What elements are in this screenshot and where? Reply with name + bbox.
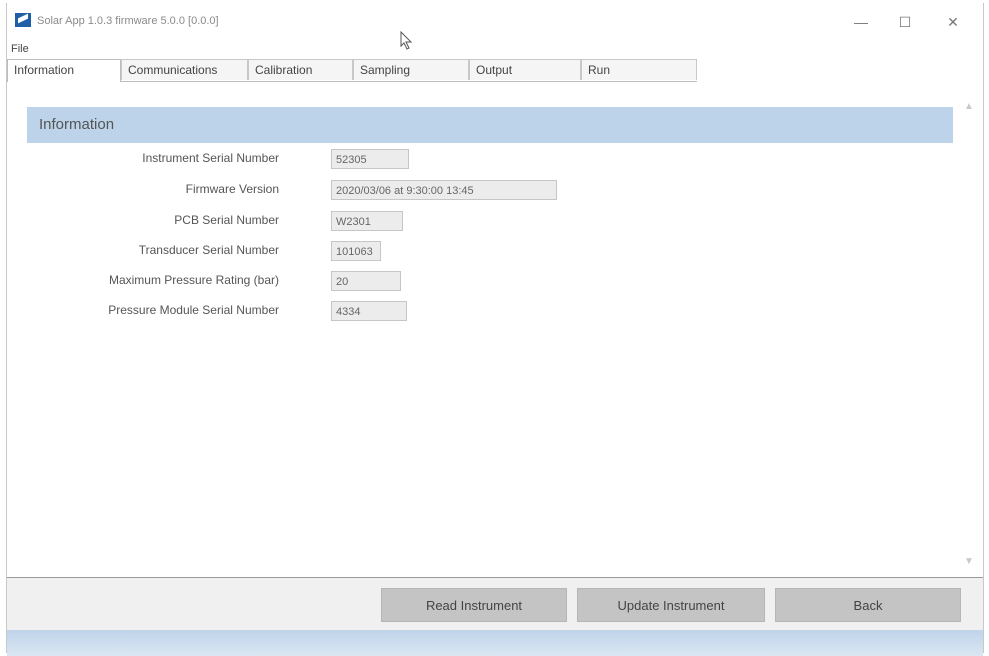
read-instrument-button[interactable]: Read Instrument xyxy=(381,588,567,622)
update-instrument-button[interactable]: Update Instrument xyxy=(577,588,765,622)
title-bar[interactable]: Solar App 1.0.3 firmware 5.0.0 [0.0.0] —… xyxy=(7,3,983,39)
menu-file[interactable]: File xyxy=(11,43,29,55)
information-panel: Information Instrument Serial Number 523… xyxy=(7,95,965,573)
firmware-version-field[interactable]: 2020/03/06 at 9:30:00 13:45 xyxy=(331,180,557,200)
pressure-module-serial-field[interactable]: 4334 xyxy=(331,301,407,321)
field-label: Firmware Version xyxy=(185,182,279,196)
scroll-up-icon[interactable]: ▲ xyxy=(964,101,974,112)
tab-information[interactable]: Information xyxy=(7,59,121,82)
tab-output[interactable]: Output xyxy=(469,59,581,80)
field-label: Transducer Serial Number xyxy=(138,243,279,257)
field-label: Instrument Serial Number xyxy=(142,151,279,165)
instrument-serial-field[interactable]: 52305 xyxy=(331,149,409,169)
app-logo-icon xyxy=(15,13,31,27)
tab-sampling[interactable]: Sampling xyxy=(353,59,469,80)
tab-strip: Information Communications Calibration S… xyxy=(7,59,697,82)
tab-run[interactable]: Run xyxy=(581,59,697,80)
footer-bar: Read Instrument Update Instrument Back xyxy=(7,578,983,630)
maximize-icon[interactable]: ☐ xyxy=(885,9,925,35)
max-pressure-field[interactable]: 20 xyxy=(331,271,401,291)
window-title: Solar App 1.0.3 firmware 5.0.0 [0.0.0] xyxy=(37,15,219,27)
field-label: Maximum Pressure Rating (bar) xyxy=(108,273,279,287)
vertical-scrollbar[interactable]: ▲ ▼ xyxy=(961,95,977,573)
field-label: PCB Serial Number xyxy=(174,213,279,227)
tab-communications[interactable]: Communications xyxy=(121,59,248,80)
pcb-serial-field[interactable]: W2301 xyxy=(331,211,403,231)
minimize-icon[interactable]: — xyxy=(841,9,881,35)
transducer-serial-field[interactable]: 101063 xyxy=(331,241,381,261)
taskbar-strip xyxy=(7,630,983,656)
scroll-down-icon[interactable]: ▼ xyxy=(964,556,974,567)
app-window: Solar App 1.0.3 firmware 5.0.0 [0.0.0] —… xyxy=(6,3,984,656)
field-label: Pressure Module Serial Number xyxy=(108,303,279,317)
section-title: Information xyxy=(27,107,953,143)
tab-calibration[interactable]: Calibration xyxy=(248,59,353,80)
back-button[interactable]: Back xyxy=(775,588,961,622)
menu-bar: File xyxy=(7,41,983,57)
close-icon[interactable]: ✕ xyxy=(933,9,973,35)
